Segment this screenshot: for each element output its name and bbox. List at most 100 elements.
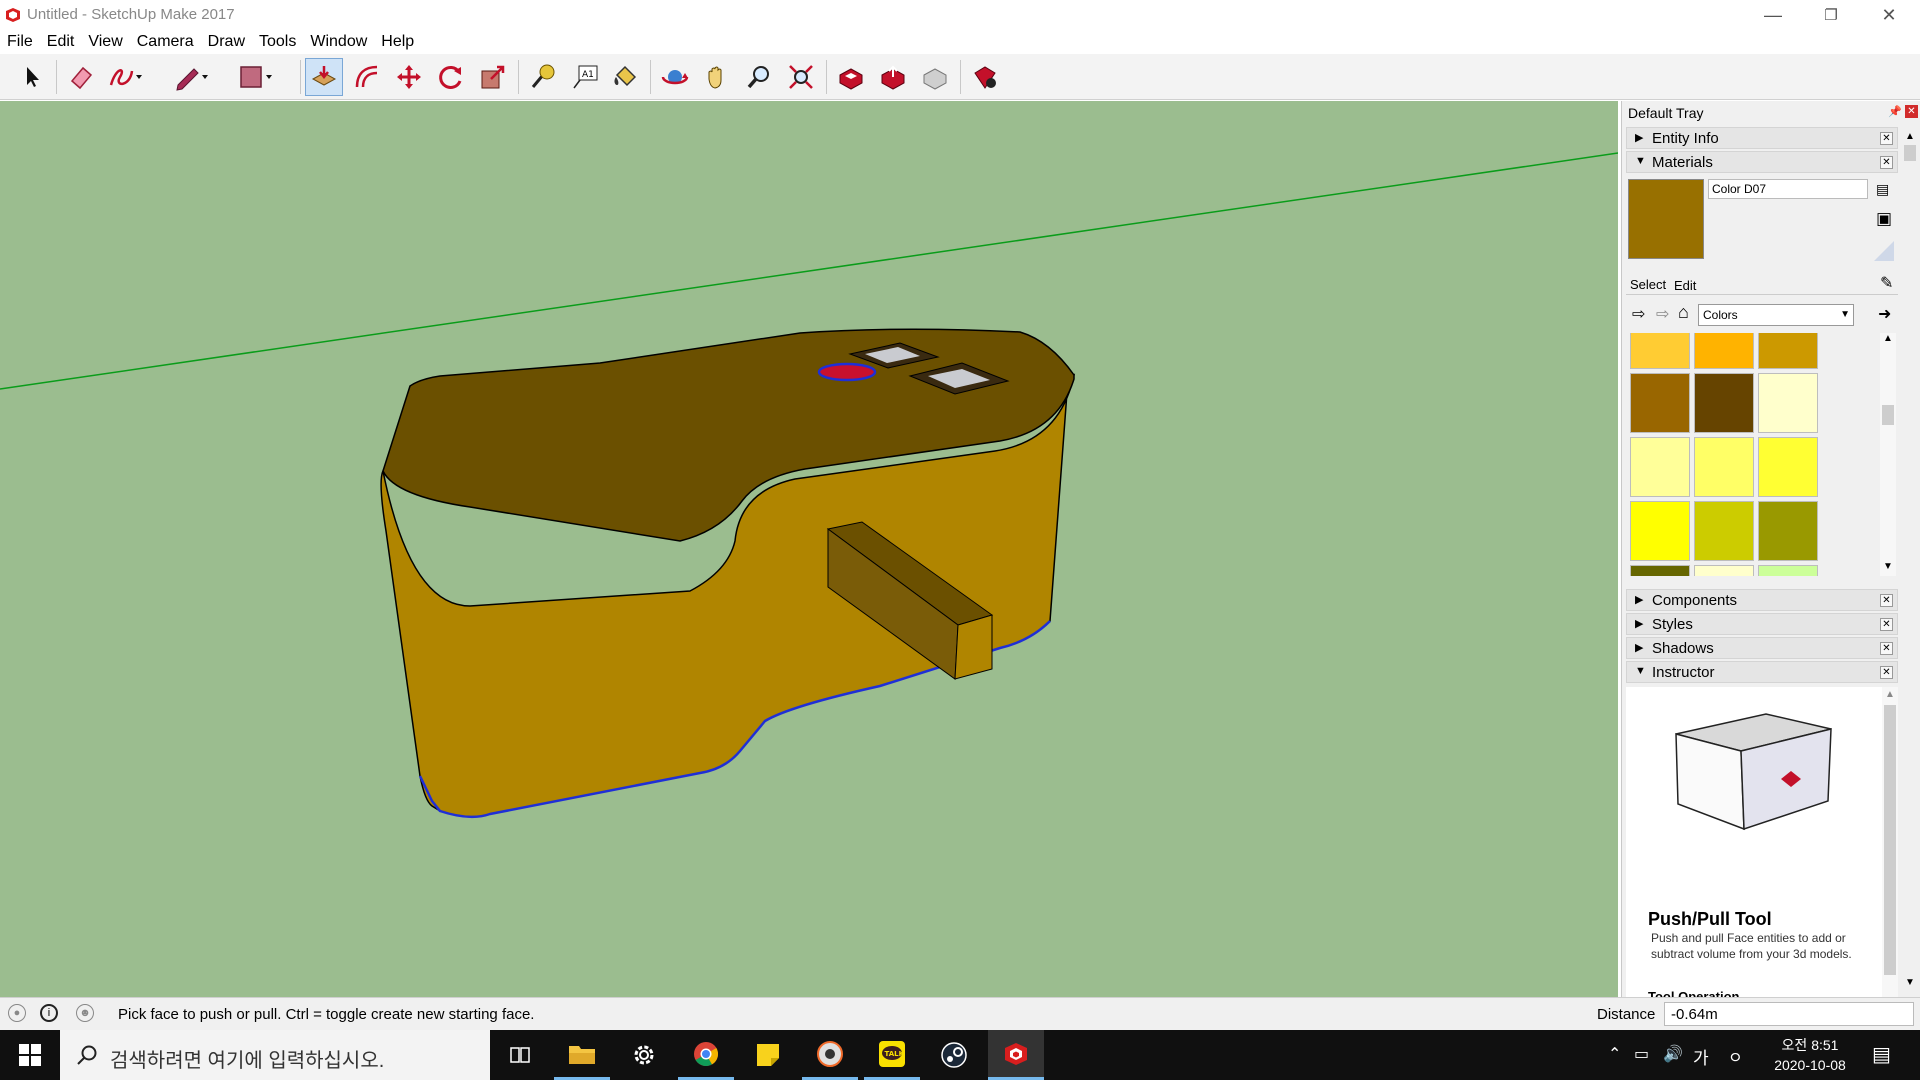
geo-location-icon[interactable]: ●: [8, 1004, 26, 1022]
eraser-tool-button[interactable]: [62, 58, 100, 96]
scroll-down-icon[interactable]: ▼: [1905, 977, 1915, 988]
ime-mode-icon[interactable]: ㅇ: [1728, 1044, 1743, 1068]
color-swatch[interactable]: [1694, 565, 1754, 576]
ime-indicator[interactable]: 가: [1693, 1044, 1709, 1069]
color-swatch[interactable]: [1694, 501, 1754, 561]
scroll-thumb[interactable]: [1882, 405, 1894, 425]
tape-measure-tool-button[interactable]: [524, 58, 562, 96]
panel-shadows[interactable]: ▶ Shadows ✕: [1626, 637, 1898, 659]
scale-tool-button[interactable]: [474, 58, 512, 96]
panel-close-icon[interactable]: ✕: [1880, 594, 1893, 607]
volume-icon[interactable]: 🔊: [1663, 1044, 1683, 1064]
taskbar-app-file-explorer[interactable]: [554, 1030, 610, 1080]
panel-close-icon[interactable]: ✕: [1880, 618, 1893, 631]
freehand-tool-button[interactable]: [106, 58, 144, 96]
tray-close-icon[interactable]: ✕: [1905, 105, 1918, 118]
details-arrow-icon[interactable]: ➜: [1878, 304, 1891, 324]
eyedropper-icon[interactable]: ✎: [1880, 273, 1893, 293]
color-swatch[interactable]: [1758, 373, 1818, 433]
taskbar-clock[interactable]: 오전 8:51 2020-10-08: [1760, 1035, 1860, 1075]
taskbar-app-settings[interactable]: [616, 1030, 672, 1080]
panel-entity-info[interactable]: ▶ Entity Info ✕: [1626, 127, 1898, 149]
tab-select[interactable]: Select: [1630, 277, 1666, 292]
panel-materials[interactable]: ▼ Materials ✕: [1626, 151, 1898, 173]
color-swatch[interactable]: [1630, 501, 1690, 561]
panel-close-icon[interactable]: ✕: [1880, 642, 1893, 655]
extension-warehouse-button[interactable]: [966, 58, 1004, 96]
text-tool-button[interactable]: A1: [566, 58, 604, 96]
zoom-extents-tool-button[interactable]: [782, 58, 820, 96]
push-pull-tool-button[interactable]: [305, 58, 343, 96]
measurements-box[interactable]: -0.64m: [1664, 1002, 1914, 1026]
taskbar-app-sketchup[interactable]: [988, 1030, 1044, 1080]
color-swatch[interactable]: [1694, 333, 1754, 369]
color-swatch[interactable]: [1694, 437, 1754, 497]
instructor-scrollbar[interactable]: ▲: [1882, 687, 1898, 997]
forward-arrow-icon[interactable]: ⇨: [1656, 304, 1669, 324]
taskbar-app-media-player[interactable]: [802, 1030, 858, 1080]
tab-edit[interactable]: Edit: [1674, 278, 1696, 293]
menu-tools[interactable]: Tools: [252, 30, 303, 54]
scroll-thumb[interactable]: [1904, 145, 1916, 161]
scroll-up-icon[interactable]: ▲: [1883, 333, 1893, 344]
home-icon[interactable]: ⌂: [1678, 302, 1689, 323]
color-swatch[interactable]: [1758, 333, 1818, 369]
material-name-field[interactable]: Color D07: [1708, 179, 1868, 199]
select-tool-button[interactable]: [14, 58, 52, 96]
library-select[interactable]: Colors ▼: [1698, 304, 1854, 326]
taskbar-app-steam[interactable]: [926, 1030, 982, 1080]
scroll-thumb[interactable]: [1884, 705, 1896, 975]
taskbar-search-box[interactable]: 검색하려면 여기에 입력하십시오.: [60, 1030, 490, 1080]
offset-tool-button[interactable]: [348, 58, 386, 96]
scroll-down-icon[interactable]: ▼: [1883, 561, 1893, 572]
panel-close-icon[interactable]: ✕: [1880, 132, 1893, 145]
color-swatch[interactable]: [1694, 373, 1754, 433]
taskbar-app-chrome[interactable]: [678, 1030, 734, 1080]
scroll-up-icon[interactable]: ▲: [1905, 131, 1915, 142]
color-swatch[interactable]: [1630, 565, 1690, 576]
battery-icon[interactable]: ▭: [1634, 1044, 1649, 1064]
3d-warehouse-button[interactable]: [832, 58, 870, 96]
menu-file[interactable]: File: [0, 30, 40, 54]
menu-window[interactable]: Window: [303, 30, 374, 54]
pan-tool-button[interactable]: [698, 58, 736, 96]
model-canvas[interactable]: [0, 101, 1618, 997]
taskbar-app-kakaotalk[interactable]: TALK: [864, 1030, 920, 1080]
color-swatch[interactable]: [1630, 437, 1690, 497]
panel-instructor[interactable]: ▼ Instructor ✕: [1626, 661, 1898, 683]
menu-view[interactable]: View: [81, 30, 129, 54]
restore-button[interactable]: ❐: [1802, 0, 1860, 30]
create-material-icon[interactable]: ▤: [1876, 181, 1889, 198]
menu-camera[interactable]: Camera: [130, 30, 201, 54]
notification-center-icon[interactable]: ▤: [1872, 1042, 1891, 1067]
swatch-scrollbar[interactable]: ▲ ▼: [1880, 333, 1896, 576]
orbit-tool-button[interactable]: [656, 58, 694, 96]
panel-components[interactable]: ▶ Components ✕: [1626, 589, 1898, 611]
line-tool-button[interactable]: [172, 58, 210, 96]
color-swatch[interactable]: [1758, 437, 1818, 497]
taskbar-app-sticky-notes[interactable]: [740, 1030, 796, 1080]
material-preview[interactable]: [1628, 179, 1704, 259]
show-hidden-icons-chevron-icon[interactable]: ⌃: [1608, 1044, 1621, 1064]
minimize-button[interactable]: —: [1744, 0, 1802, 30]
move-tool-button[interactable]: [390, 58, 428, 96]
back-arrow-icon[interactable]: ⇨: [1632, 304, 1645, 324]
tray-scrollbar[interactable]: ▲ ▼: [1902, 131, 1918, 993]
default-material-icon[interactable]: [1872, 239, 1896, 263]
share-model-button[interactable]: [874, 58, 912, 96]
paint-bucket-tool-button[interactable]: [606, 58, 644, 96]
drawing-viewport[interactable]: [0, 101, 1618, 997]
scroll-up-icon[interactable]: ▲: [1885, 689, 1895, 700]
credits-icon[interactable]: i: [40, 1004, 58, 1022]
panel-styles[interactable]: ▶ Styles ✕: [1626, 613, 1898, 635]
tray-pin-icon[interactable]: 📌: [1888, 105, 1902, 118]
menu-edit[interactable]: Edit: [40, 30, 82, 54]
color-swatch[interactable]: [1758, 565, 1818, 576]
menu-help[interactable]: Help: [374, 30, 421, 54]
menu-draw[interactable]: Draw: [201, 30, 252, 54]
share-component-button[interactable]: [916, 58, 954, 96]
start-button[interactable]: [0, 1030, 60, 1080]
panel-close-icon[interactable]: ✕: [1880, 156, 1893, 169]
rectangle-tool-button[interactable]: [236, 58, 274, 96]
user-icon[interactable]: ☻: [76, 1004, 94, 1022]
